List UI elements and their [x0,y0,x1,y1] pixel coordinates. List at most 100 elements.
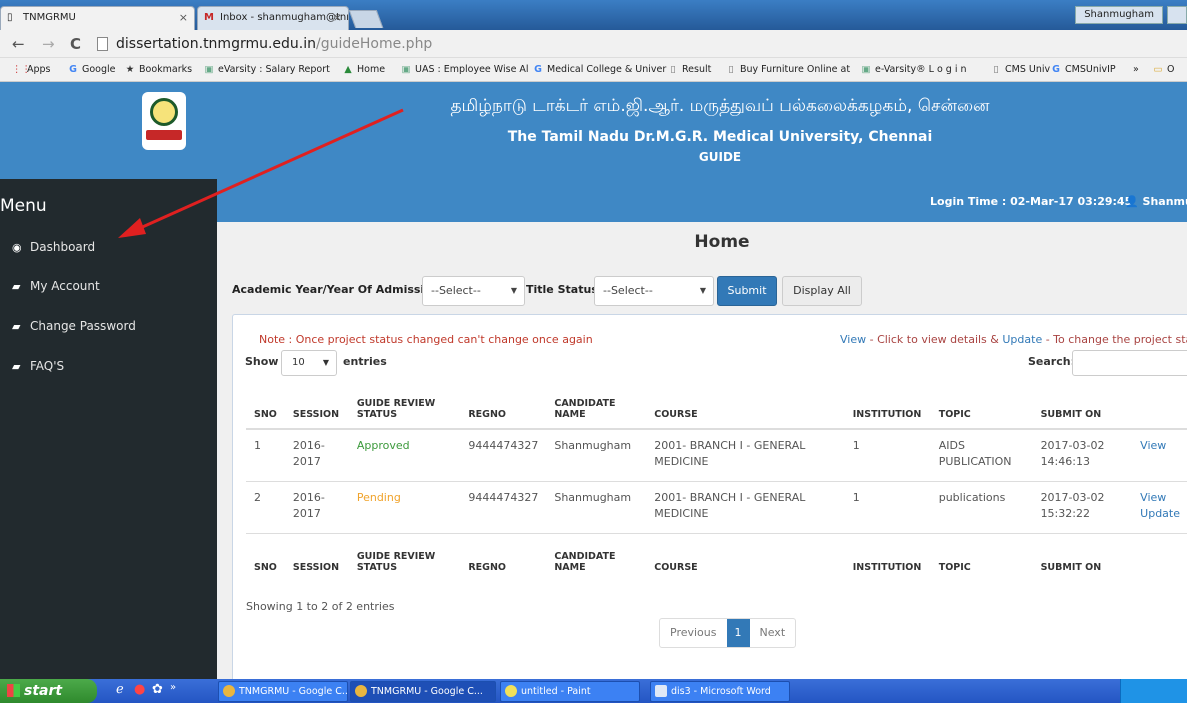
col-guide-review-status[interactable]: GUIDE REVIEW STATUS [349,379,461,429]
user-icon: 👤 [1125,195,1143,208]
update-link[interactable]: Update [1140,507,1180,520]
view-link[interactable]: View [1140,439,1166,452]
bookmark-apps[interactable]: ⋮⋮Apps [12,63,51,77]
col-submit-on: SUBMIT ON [1040,562,1102,573]
cell-topic: publications [938,490,1006,504]
book-icon: ▰ [12,280,21,293]
chrome-icon [223,685,235,697]
bookmark-google[interactable]: G Google [67,63,115,77]
emblem-ring [150,98,178,126]
dashboard-icon: ◉ [12,241,22,254]
col-institution: INSTITUTION [852,562,922,573]
col-guide-review-status: GUIDE REVIEW STATUS [356,551,436,573]
bookmark-furniture[interactable]: ▯ Buy Furniture Online at [725,63,850,77]
bookmark-home[interactable]: ▲ Home [342,63,385,77]
tab-tnmgrmu[interactable]: ▯ TNMGRMU × [0,6,195,30]
bookmark-bookmarks[interactable]: ★ Bookmarks [124,63,192,77]
ie-quicklaunch-icon[interactable]: ℯ [116,682,124,697]
action-help-text: View - Click to view details & Update - … [840,333,1187,346]
col-session: SESSION [292,562,340,573]
user-menu[interactable]: 👤 Shanmugham [1125,195,1187,208]
window-minimize-button[interactable] [1167,6,1187,24]
url-input[interactable]: dissertation.tnmgrmu.edu.in/guideHome.ph… [94,33,1187,55]
bookmark-evarsity-salary[interactable]: ▣ eVarsity : Salary Report [203,63,330,77]
system-tray[interactable] [1120,679,1187,703]
col-actions [1132,533,1187,581]
col-actions [1132,379,1187,429]
cell-submit-on: 2017-03-02 14:46:13 [1040,439,1105,468]
bookmark-result[interactable]: ▯ Result [667,63,711,77]
table-info: Showing 1 to 2 of 2 entries [246,600,395,613]
bookmark-evarsity-login[interactable]: ▣ e-Varsity® L o g i n [860,63,967,77]
gmail-icon: M [204,12,214,23]
col-sno: SNO [254,562,277,573]
tab-close-icon[interactable]: × [333,7,342,29]
sidebar-item-dashboard[interactable]: ◉ Dashboard [12,239,95,256]
cell-sno: 2 [254,490,261,504]
bookmark-folder[interactable]: ▭ O [1152,63,1175,77]
sidebar-title: Menu [0,196,47,216]
cell-institution: 1 [852,490,860,504]
academic-year-select[interactable]: --Select-- ▼ [422,276,525,306]
previous-page-button[interactable]: Previous [660,619,727,647]
col-candidate-name: CANDIDATE NAME [554,551,616,573]
title-status-select[interactable]: --Select-- ▼ [594,276,714,306]
submit-button[interactable]: Submit [717,276,777,306]
col-sno[interactable]: SNO [246,379,285,429]
view-link[interactable]: View [1140,491,1166,504]
cell-name: Shanmugham [554,490,632,504]
page-1-button[interactable]: 1 [726,619,750,647]
sidebar-item-label: Dashboard [30,240,96,254]
chevron-down-icon: ▼ [510,286,517,295]
search-input[interactable] [1072,350,1187,376]
bookmark-uas[interactable]: ▣ UAS : Employee Wise Al [400,63,529,77]
bookmark-cms-univ[interactable]: ▯ CMS Univ [990,63,1050,77]
col-institution[interactable]: INSTITUTION [845,379,931,429]
chevron-down-icon: ▼ [322,358,329,367]
book-icon: ▰ [12,320,21,333]
profile-button[interactable]: Shanmugham [1075,6,1163,24]
chevron-down-icon: ▼ [699,286,706,295]
page-length-select[interactable]: 10 ▼ [281,350,337,376]
start-button[interactable]: start [0,679,97,703]
chrome-quicklaunch-icon[interactable]: ● [134,682,145,697]
cell-institution: 1 [852,439,860,452]
role-label: GUIDE [698,150,742,164]
university-name-tamil: தமிழ்நாடு டாக்டர் எம்.ஜி.ஆர். மருத்துவப்… [450,96,990,116]
display-all-button[interactable]: Display All [782,276,862,306]
word-icon [655,685,667,697]
quicklaunch-overflow-icon[interactable]: » [170,682,176,693]
taskbar-item-chrome-1[interactable]: TNMGRMU - Google C... [218,681,348,702]
col-session[interactable]: SESSION [285,379,349,429]
tab-inbox[interactable]: M Inbox - shanmugham@tnmg × [197,6,349,30]
col-course[interactable]: COURSE [646,379,845,429]
academic-year-label: Academic Year/Year Of Admission [232,283,440,296]
url-path: /guideHome.php [316,36,433,52]
tab-close-icon[interactable]: × [179,7,188,29]
bookmark-medical-college[interactable]: G Medical College & Univer [532,63,666,77]
col-submit-on[interactable]: SUBMIT ON [1033,379,1133,429]
forward-arrow-icon[interactable]: → [42,34,55,54]
taskbar-item-paint[interactable]: untitled - Paint [500,681,640,702]
entries-label: entries [343,355,387,368]
sidebar-item-my-account[interactable]: ▰ My Account [12,278,100,295]
emblem-ribbon [146,130,182,140]
col-candidate-name[interactable]: CANDIDATE NAME [546,379,646,429]
back-arrow-icon[interactable]: ← [12,34,25,54]
col-topic[interactable]: TOPIC [931,379,1033,429]
cell-regno: 9444474327 [468,490,539,504]
taskbar-item-chrome-2[interactable]: TNMGRMU - Google C... [350,681,496,702]
col-regno[interactable]: REGNO [460,379,546,429]
bookmarks-overflow-button[interactable]: » [1133,63,1139,77]
tab-label: Inbox - shanmugham@tnmg [220,12,349,23]
taskbar-item-word[interactable]: dis3 - Microsoft Word [650,681,790,702]
reload-icon[interactable]: C [70,34,81,54]
next-page-button[interactable]: Next [750,619,796,647]
title-status-label: Title Status: [526,283,603,296]
sidebar-item-change-password[interactable]: ▰ Change Password [12,318,136,335]
sidebar-item-faqs[interactable]: ▰ FAQ'S [12,358,64,375]
app-quicklaunch-icon[interactable]: ✿ [152,682,163,697]
show-label: Show [245,355,279,368]
university-logo [142,92,186,150]
bookmark-cmsunivip[interactable]: G CMSUnivIP [1050,63,1116,77]
